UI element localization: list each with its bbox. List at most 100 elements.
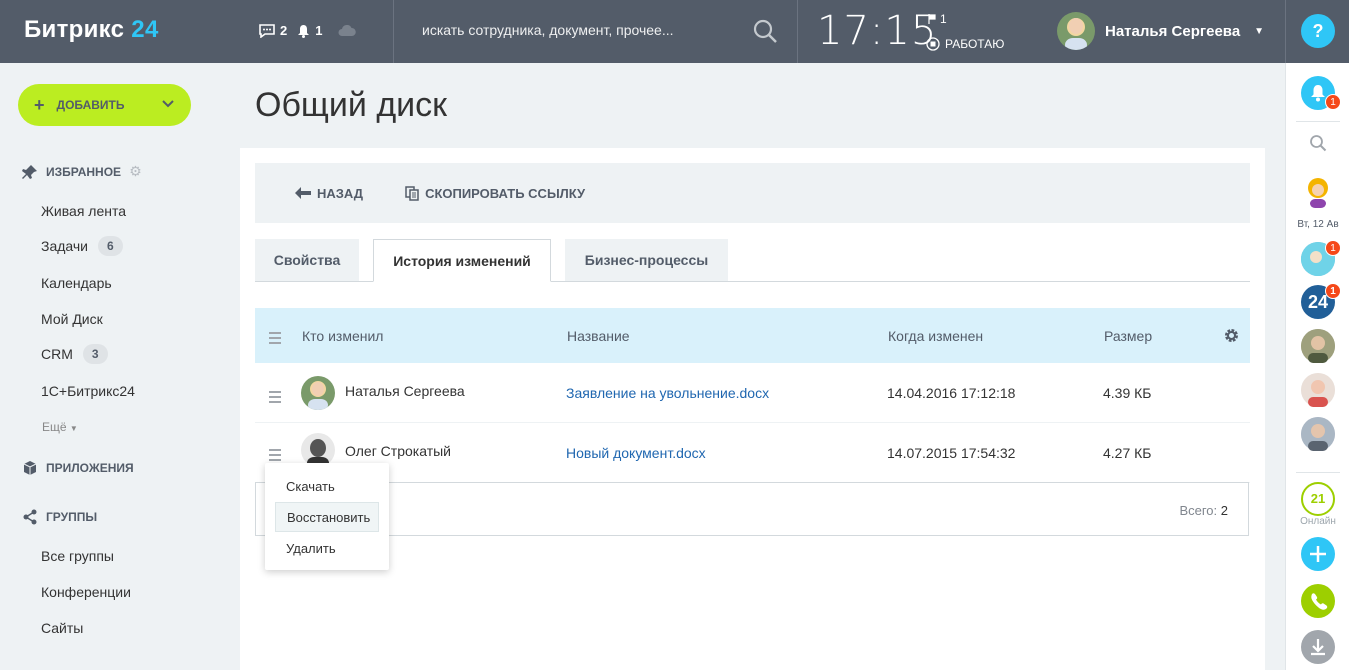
- copy-link-button[interactable]: СКОПИРОВАТЬ ССЫЛКУ: [405, 186, 585, 201]
- groups-section-title[interactable]: ГРУППЫ: [22, 509, 97, 525]
- sidebar-item-label: Календарь: [41, 275, 112, 291]
- divider: [1296, 472, 1340, 473]
- flag-icon: [928, 14, 936, 24]
- header-counters: 2 1: [259, 23, 357, 38]
- tab-history[interactable]: История изменений: [373, 239, 551, 282]
- menu-item-restore[interactable]: Восстановить: [275, 502, 379, 532]
- column-header-date[interactable]: Когда изменен: [888, 328, 983, 344]
- add-button[interactable]: + ДОБАВИТЬ: [18, 84, 191, 126]
- logo[interactable]: Битрикс 24: [24, 16, 159, 44]
- notification-badge: 1: [1325, 283, 1341, 299]
- column-header-author[interactable]: Кто изменил: [302, 328, 383, 344]
- task-flag[interactable]: 1: [928, 12, 947, 26]
- table-row[interactable]: Олег Строкатый Новый документ.docx 14.07…: [255, 423, 1250, 483]
- file-link[interactable]: Новый документ.docx: [566, 445, 706, 461]
- favorites-section-title[interactable]: ИЗБРАННОЕ ⚙: [22, 163, 142, 180]
- messages-counter[interactable]: 2: [259, 23, 287, 38]
- top-header: Битрикс 24 2 1 искать сотрудника, докуме…: [0, 0, 1349, 63]
- work-status-label: РАБОТАЮ: [945, 37, 1005, 51]
- download-button[interactable]: [1301, 630, 1335, 664]
- online-label: Онлайн: [1300, 516, 1336, 527]
- tabs: Свойства История изменений Бизнес-процес…: [255, 239, 1250, 282]
- contact-avatar[interactable]: [1301, 329, 1335, 363]
- arrow-left-icon: [295, 187, 311, 199]
- notifications-counter[interactable]: 1: [297, 23, 322, 38]
- sidebar-item-live-feed[interactable]: Живая лента: [41, 203, 126, 219]
- back-button[interactable]: НАЗАД: [295, 186, 363, 201]
- gear-icon[interactable]: ⚙: [129, 163, 142, 180]
- chevron-down-icon: [162, 100, 174, 108]
- row-menu-icon[interactable]: [269, 449, 281, 464]
- file-link[interactable]: Заявление на увольнение.docx: [566, 385, 769, 401]
- avatar: [301, 433, 335, 467]
- header-divider: [797, 0, 798, 63]
- chat-icon: [259, 23, 275, 38]
- online-counter[interactable]: 21: [1301, 482, 1335, 516]
- clock[interactable]: 17:15: [817, 8, 937, 54]
- download-icon: [1311, 639, 1325, 656]
- sidebar-item-label: Сайты: [41, 620, 84, 636]
- sidebar-item-all-groups[interactable]: Все группы: [41, 548, 114, 564]
- menu-icon[interactable]: [269, 332, 281, 347]
- chevron-down-icon: ▼: [1254, 25, 1265, 37]
- sidebar-item-sites[interactable]: Сайты: [41, 620, 83, 636]
- contact-avatar[interactable]: [1301, 174, 1335, 208]
- phone-button[interactable]: [1301, 584, 1335, 618]
- search-icon[interactable]: [1309, 134, 1327, 152]
- menu-item-delete[interactable]: Удалить: [275, 534, 379, 564]
- toolbar: НАЗАД СКОПИРОВАТЬ ССЫЛКУ: [255, 163, 1250, 223]
- avatar: [301, 376, 335, 410]
- tab-business-processes[interactable]: Бизнес-процессы: [565, 239, 728, 281]
- column-header-name[interactable]: Название: [567, 328, 630, 344]
- sidebar-item-1c-bitrix[interactable]: 1С+Битрикс24: [41, 383, 135, 399]
- chevron-down-icon: ▼: [69, 424, 78, 433]
- user-menu[interactable]: Наталья Сергеева ▼: [1057, 12, 1264, 50]
- search-icon[interactable]: [752, 18, 778, 44]
- row-menu-icon[interactable]: [269, 391, 281, 406]
- author-name[interactable]: Наталья Сергеева: [345, 383, 465, 399]
- pin-icon: [22, 164, 37, 179]
- right-sidebar: 1 Вт, 12 Ав 1 24 1 21 Онлайн: [1285, 63, 1349, 670]
- column-header-size[interactable]: Размер: [1104, 328, 1152, 344]
- work-status[interactable]: РАБОТАЮ: [926, 37, 1004, 51]
- bitrix24-chat[interactable]: 24 1: [1301, 283, 1341, 319]
- plus-icon: +: [34, 94, 45, 115]
- more-link[interactable]: Ещё ▼: [42, 420, 78, 434]
- sidebar-item-calendar[interactable]: Календарь: [41, 275, 112, 291]
- search-input[interactable]: искать сотрудника, документ, прочее...: [422, 22, 674, 38]
- total-label: Всего:: [1179, 503, 1218, 518]
- sidebar-item-my-drive[interactable]: Мой Диск: [41, 311, 103, 327]
- add-button-label: ДОБАВИТЬ: [56, 98, 125, 112]
- contact-avatar[interactable]: [1301, 417, 1335, 451]
- sidebar-item-conferences[interactable]: Конференции: [41, 584, 131, 600]
- apps-section-title[interactable]: ПРИЛОЖЕНИЯ: [22, 460, 134, 476]
- cloud-icon[interactable]: [338, 24, 357, 37]
- sidebar-item-label: CRM: [41, 346, 73, 362]
- help-button[interactable]: ?: [1301, 14, 1335, 48]
- total-value: 2: [1220, 503, 1228, 518]
- grid-header: Кто изменил Название Когда изменен Разме…: [255, 308, 1250, 363]
- notification-badge: 1: [1325, 94, 1341, 110]
- tab-properties[interactable]: Свойства: [255, 239, 359, 281]
- divider: [1296, 121, 1340, 122]
- contact-avatar[interactable]: [1301, 373, 1335, 407]
- bell-icon: [298, 24, 310, 38]
- sidebar-item-crm[interactable]: CRM 3: [41, 344, 108, 364]
- context-menu: Скачать Восстановить Удалить: [265, 463, 389, 570]
- sidebar-item-label: Задачи: [41, 238, 89, 254]
- sidebar-item-label: Мой Диск: [41, 311, 103, 327]
- notifications-button[interactable]: 1: [1301, 76, 1341, 110]
- table-row[interactable]: Наталья Сергеева Заявление на увольнение…: [255, 363, 1250, 423]
- author-name[interactable]: Олег Строкатый: [345, 443, 451, 459]
- file-size: 4.27 КБ: [1103, 445, 1152, 461]
- date-label: Вт, 12 Ав: [1297, 219, 1339, 230]
- menu-item-download[interactable]: Скачать: [275, 472, 379, 502]
- sidebar-item-tasks[interactable]: Задачи 6: [41, 236, 123, 256]
- gear-icon[interactable]: [1223, 327, 1240, 344]
- stop-icon: [926, 37, 940, 51]
- sidebar-item-label: Конференции: [41, 584, 131, 600]
- grid-footer: Всего: 2: [255, 482, 1249, 536]
- contact-avatar[interactable]: 1: [1301, 240, 1341, 276]
- add-chat-button[interactable]: [1301, 537, 1335, 571]
- cube-icon: [23, 461, 37, 475]
